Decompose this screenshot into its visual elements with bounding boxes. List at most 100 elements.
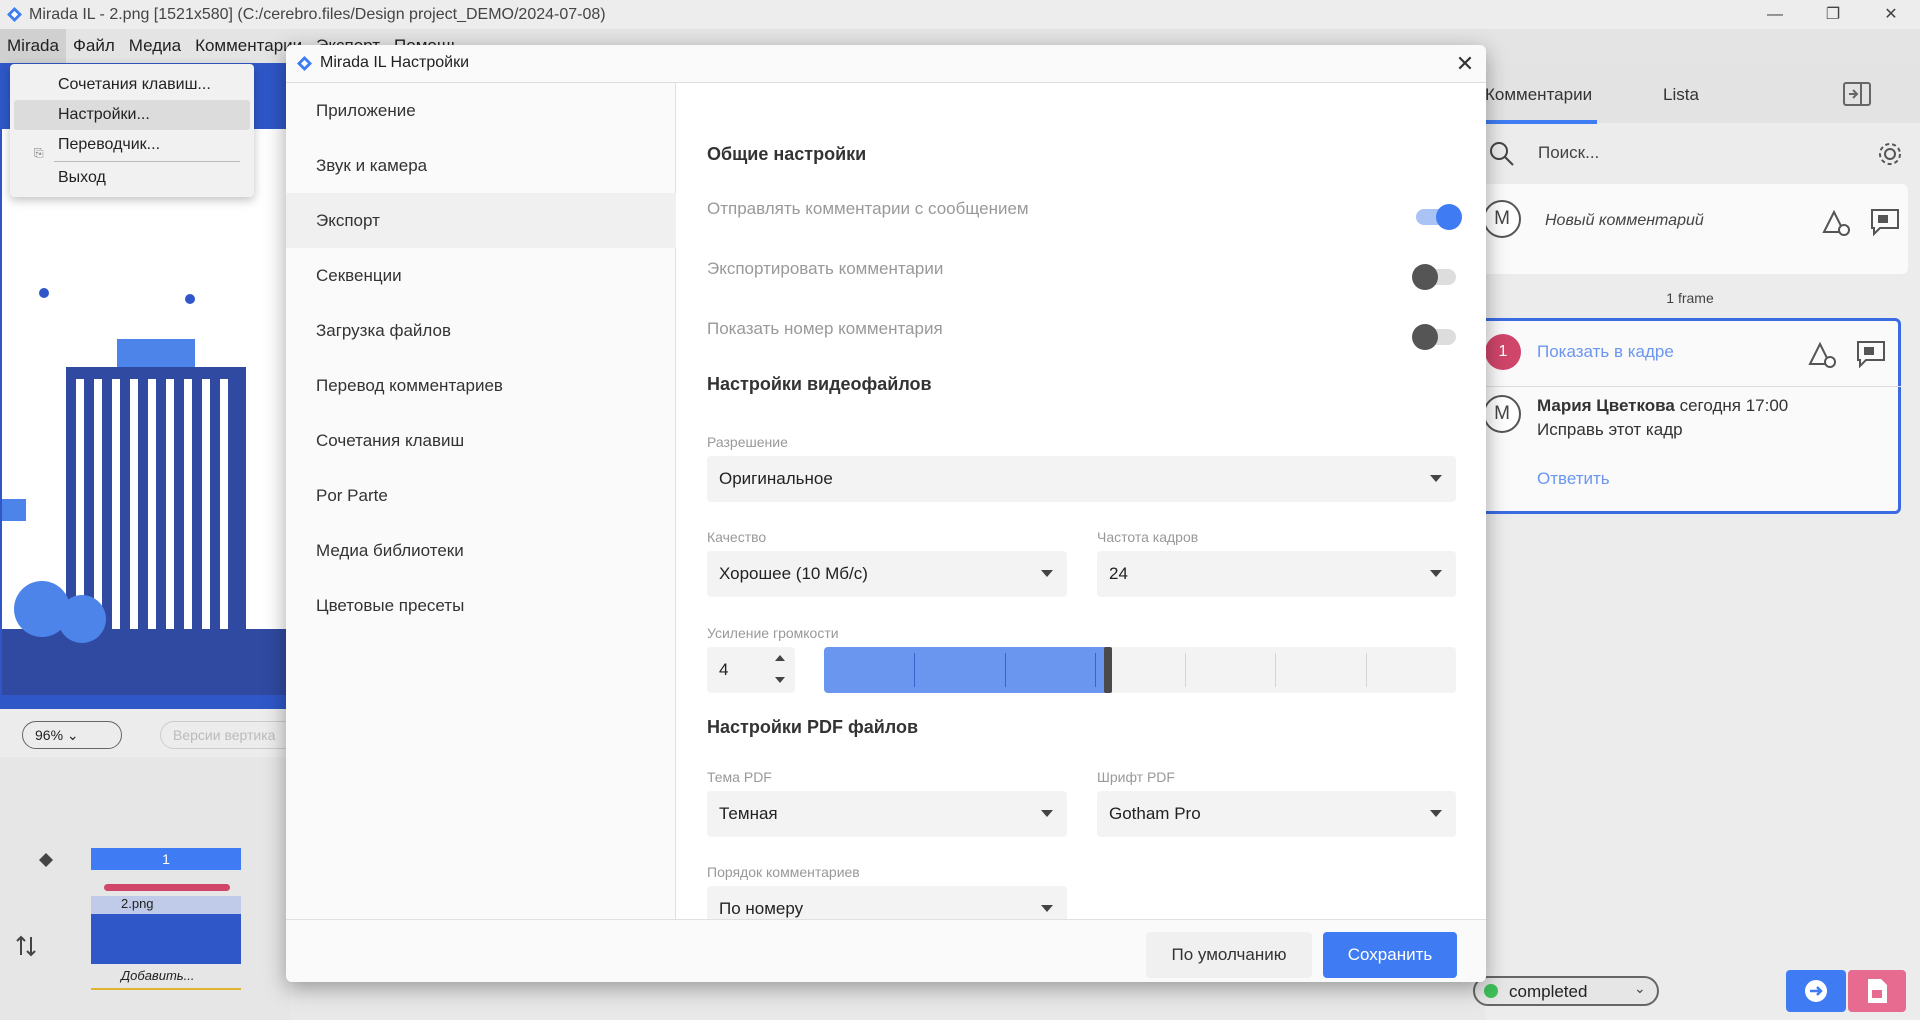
fps-select[interactable]: 24 — [1097, 551, 1456, 597]
nav-media-libraries[interactable]: Медиа библиотеки — [286, 523, 676, 578]
show-in-frame-link[interactable]: Показать в кадре — [1537, 342, 1674, 362]
volume-spinbox[interactable]: 4 — [707, 647, 795, 693]
volume-slider-handle[interactable] — [1104, 647, 1112, 693]
save-button[interactable]: Сохранить — [1323, 932, 1457, 978]
zoom-select[interactable]: 96% ⌄ — [22, 721, 122, 749]
menu-media[interactable]: Медиа — [122, 29, 188, 63]
pdf-font-value: Gotham Pro — [1109, 804, 1201, 823]
comment-number-badge: 1 — [1485, 334, 1521, 370]
fps-label: Частота кадров — [1097, 529, 1199, 545]
nav-export[interactable]: Экспорт — [286, 193, 676, 248]
nav-shortcuts[interactable]: Сочетания клавиш — [286, 413, 676, 468]
draw-annotation-icon[interactable] — [1804, 336, 1838, 370]
keyframe-diamond-icon[interactable] — [38, 852, 54, 868]
tab-lista[interactable]: Lista — [1663, 85, 1699, 105]
comment-author: Мария Цветкова — [1537, 396, 1675, 415]
settings-dialog: Mirada IL Настройки ✕ Приложение Звук и … — [286, 45, 1486, 982]
reset-defaults-button[interactable]: По умолчанию — [1146, 932, 1312, 978]
spin-up-icon[interactable] — [775, 655, 785, 661]
nav-por-parte[interactable]: Por Parte — [286, 468, 676, 523]
status-value: completed — [1509, 982, 1588, 1001]
menu-file[interactable]: Файл — [66, 29, 122, 63]
quality-value: Хорошее (10 Мб/с) — [719, 564, 868, 583]
menu-item-translator[interactable]: ⎘ Переводчик... — [14, 130, 250, 160]
settings-nav: Приложение Звук и камера Экспорт Секвенц… — [286, 83, 676, 919]
video-settings-heading: Настройки видеофайлов — [707, 374, 932, 394]
volume-slider-tick — [1366, 653, 1367, 687]
nav-comment-translation[interactable]: Перевод комментариев — [286, 358, 676, 413]
comment-order-label: Порядок комментариев — [707, 864, 860, 880]
caret-down-icon — [1430, 810, 1442, 817]
export-comments-toggle[interactable] — [1412, 264, 1456, 290]
send-with-message-label: Отправлять комментарии с сообщением — [707, 199, 1029, 218]
timeline-comment-bar[interactable] — [104, 884, 230, 891]
volume-slider-fill — [824, 647, 1108, 693]
show-number-toggle[interactable] — [1412, 324, 1456, 350]
tab-comments[interactable]: Комментарии — [1485, 85, 1592, 105]
resolution-value: Оригинальное — [719, 469, 833, 488]
clip-thumbnail[interactable]: 2.png — [91, 896, 241, 964]
resolution-select[interactable]: Оригинальное — [707, 456, 1456, 502]
volume-slider-tick — [1275, 653, 1276, 687]
pdf-font-select[interactable]: Gotham Pro — [1097, 791, 1456, 837]
nav-file-upload[interactable]: Загрузка файлов — [286, 303, 676, 358]
pdf-theme-select[interactable]: Темная — [707, 791, 1067, 837]
pdf-settings-heading: Настройки PDF файлов — [707, 717, 919, 737]
menu-item-shortcuts[interactable]: Сочетания клавиш... — [14, 70, 250, 100]
send-button[interactable] — [1786, 970, 1846, 1012]
timeline-frame-marker[interactable]: 1 — [91, 848, 241, 870]
caret-down-icon — [1430, 475, 1442, 482]
nav-color-presets[interactable]: Цветовые пресеты — [286, 578, 676, 633]
menu-item-settings[interactable]: Настройки... — [14, 100, 250, 130]
send-with-message-toggle[interactable] — [1416, 204, 1462, 230]
comment-time: сегодня 17:00 — [1679, 396, 1789, 415]
city-illustration — [2, 288, 290, 695]
comment-divider — [1478, 386, 1901, 387]
new-comment-input[interactable]: Новый комментарий — [1545, 212, 1704, 230]
status-select[interactable]: completed — [1473, 976, 1659, 1006]
volume-slider-tick — [1005, 653, 1006, 687]
quality-select[interactable]: Хорошее (10 Мб/с) — [707, 551, 1067, 597]
menu-mirada[interactable]: Mirada — [0, 29, 66, 63]
show-number-label: Показать номер комментария — [707, 319, 943, 338]
caret-down-icon — [1041, 905, 1053, 912]
nav-app[interactable]: Приложение — [286, 83, 676, 138]
nav-sequences[interactable]: Секвенции — [286, 248, 676, 303]
avatar: M — [1483, 395, 1521, 433]
caret-down-icon — [1041, 810, 1053, 817]
pdf-theme-label: Тема PDF — [707, 769, 772, 785]
menu-item-exit[interactable]: Выход — [14, 163, 250, 193]
add-clip-button[interactable]: Добавить... — [91, 968, 241, 990]
general-settings-heading: Общие настройки — [707, 144, 867, 164]
video-comment-icon[interactable] — [1868, 204, 1902, 238]
avatar: M — [1483, 200, 1521, 238]
minimize-button[interactable]: — — [1746, 0, 1804, 29]
volume-slider-tick — [1095, 653, 1096, 687]
versions-select[interactable]: Версии вертика — [160, 721, 300, 749]
fps-value: 24 — [1109, 564, 1128, 583]
nav-sound-camera[interactable]: Звук и камера — [286, 138, 676, 193]
volume-slider[interactable] — [824, 647, 1456, 693]
draw-annotation-icon[interactable] — [1818, 204, 1852, 238]
quality-label: Качество — [707, 529, 767, 545]
close-window-button[interactable]: ✕ — [1862, 0, 1920, 29]
panel-collapse-icon[interactable] — [1843, 82, 1871, 106]
swap-vertical-icon[interactable] — [15, 934, 37, 958]
mirada-logo-icon — [7, 7, 22, 22]
caret-down-icon — [1041, 570, 1053, 577]
reply-link[interactable]: Ответить — [1537, 469, 1610, 489]
spin-down-icon[interactable] — [775, 677, 785, 683]
comments-search-input[interactable]: Поиск... — [1538, 143, 1599, 163]
window-title: Mirada IL - 2.png [1521x580] (C:/cerebro… — [29, 5, 606, 23]
gear-icon[interactable] — [1876, 140, 1904, 168]
video-comment-icon[interactable] — [1854, 336, 1888, 370]
pdf-font-label: Шрифт PDF — [1097, 769, 1175, 785]
active-tab-indicator — [1485, 120, 1597, 124]
send-arrow-icon — [1805, 980, 1827, 1002]
mirada-logo-icon — [297, 56, 312, 71]
settings-content: Общие настройки Отправлять комментарии с… — [676, 83, 1486, 932]
export-pdf-button[interactable] — [1848, 970, 1906, 1012]
restore-button[interactable]: ❐ — [1804, 0, 1862, 29]
export-comments-label: Экспортировать комментарии — [707, 259, 944, 278]
close-dialog-button[interactable]: ✕ — [1452, 51, 1478, 77]
